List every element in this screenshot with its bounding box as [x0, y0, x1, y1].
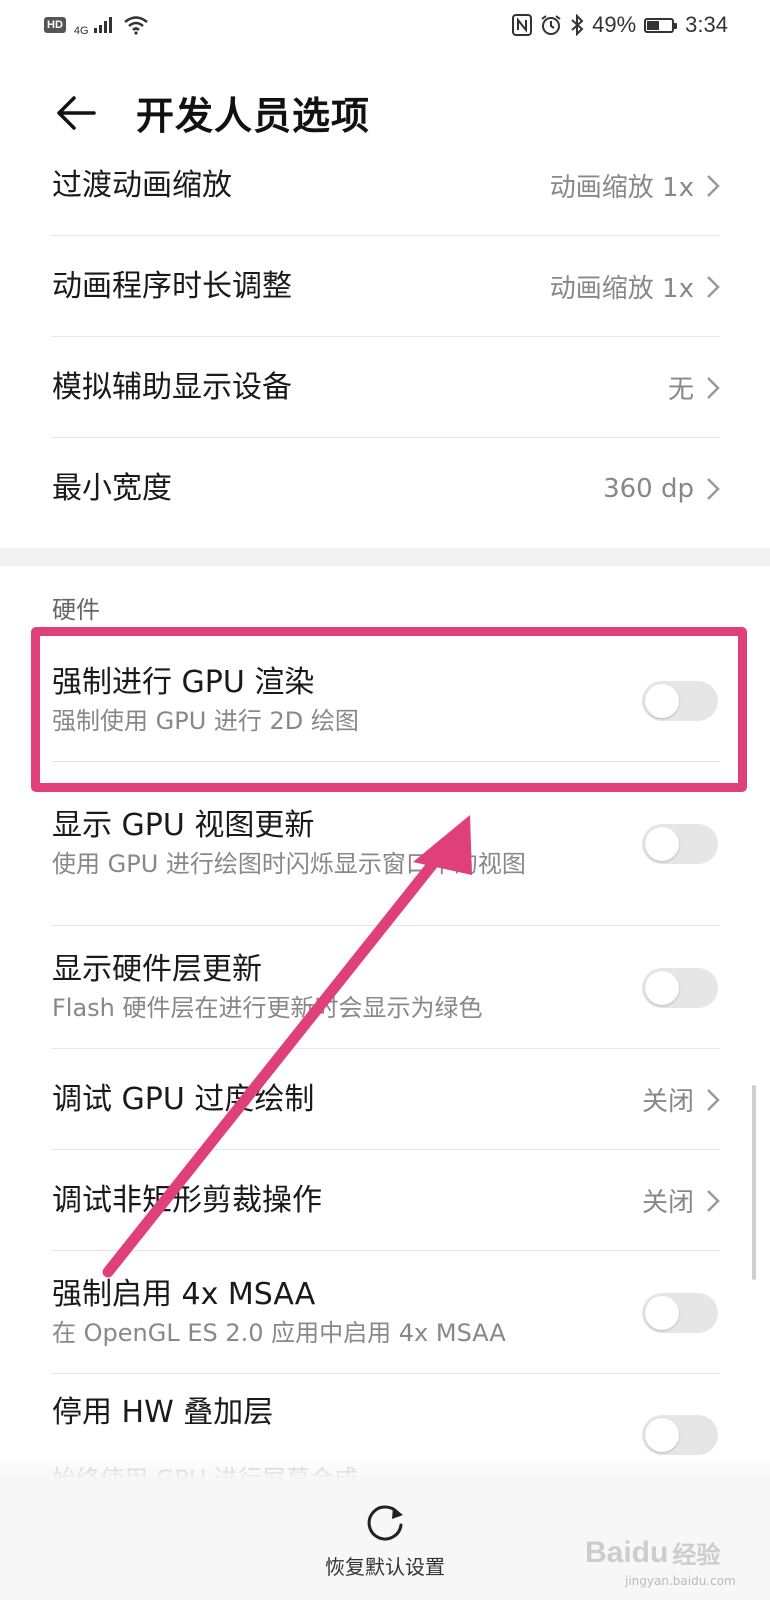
restore-defaults-button[interactable]: 恢复默认设置	[325, 1501, 445, 1580]
item-value: 关闭	[642, 1081, 720, 1118]
item-text: 强制启用 4x MSAA 在 OpenGL ES 2.0 应用中启用 4x MS…	[52, 1275, 612, 1351]
setting-force-4x-msaa[interactable]: 强制启用 4x MSAA 在 OpenGL ES 2.0 应用中启用 4x MS…	[52, 1252, 720, 1374]
item-text: 强制进行 GPU 渲染 强制使用 GPU 进行 2D 绘图	[52, 663, 612, 739]
item-title: 动画程序时长调整	[52, 268, 292, 304]
setting-show-gpu-view-updates[interactable]: 显示 GPU 视图更新 使用 GPU 进行绘图时闪烁显示窗口中的视图	[52, 763, 720, 926]
item-text: 显示硬件层更新 Flash 硬件层在进行更新时会显示为绿色	[52, 950, 612, 1026]
alarm-icon	[541, 15, 561, 35]
item-subtitle: 使用 GPU 进行绘图时闪烁显示窗口中的视图	[52, 850, 526, 878]
setting-show-hardware-layer-updates[interactable]: 显示硬件层更新 Flash 硬件层在进行更新时会显示为绿色	[52, 927, 720, 1049]
item-value-text: 动画缩放 1x	[549, 173, 694, 203]
chevron-right-icon	[707, 1189, 720, 1212]
toggle-knob	[645, 1418, 679, 1452]
item-subtitle: Flash 硬件层在进行更新时会显示为绿色	[52, 993, 483, 1022]
item-value: 360 dp	[603, 474, 720, 504]
status-left: HD 4G	[44, 14, 149, 37]
nfc-icon	[512, 14, 533, 36]
item-subtitle: 在 OpenGL ES 2.0 应用中启用 4x MSAA	[52, 1318, 506, 1347]
battery-icon	[644, 17, 678, 33]
clock: 3:34	[685, 12, 728, 37]
toggle-knob	[645, 970, 679, 1005]
item-title: 最小宽度	[52, 471, 172, 506]
item-title: 调试 GPU 过度绘制	[52, 1081, 315, 1117]
setting-debug-gpu-overdraw[interactable]: 调试 GPU 过度绘制 关闭	[52, 1050, 720, 1150]
section-header-hardware: 硬件	[52, 596, 100, 624]
battery-level-fill	[647, 20, 660, 30]
item-title: 停用 HW 叠加层	[52, 1395, 274, 1430]
toggle-knob	[645, 1295, 679, 1330]
setting-animator-duration-scale[interactable]: 动画程序时长调整 动画缩放 1x	[52, 237, 720, 337]
toggle-switch[interactable]	[642, 680, 718, 721]
item-title: 强制启用 4x MSAA	[52, 1276, 316, 1312]
bluetooth-icon	[571, 14, 584, 36]
item-text: 停用 HW 叠加层	[52, 1393, 273, 1433]
back-button[interactable]	[54, 91, 98, 135]
item-title: 模拟辅助显示设备	[52, 369, 292, 405]
toggle-switch[interactable]	[642, 824, 718, 864]
toggle-knob	[645, 683, 679, 718]
watermark-brand: Baidu	[585, 1535, 669, 1569]
chevron-right-icon	[707, 1088, 720, 1111]
chevron-right-icon	[707, 376, 720, 399]
setting-simulate-secondary-display[interactable]: 模拟辅助显示设备 无	[52, 338, 720, 438]
item-value: 无	[668, 369, 720, 406]
chevron-right-icon	[707, 174, 720, 197]
status-right: 49% 3:34	[512, 12, 728, 38]
item-title: 显示 GPU 视图更新	[52, 808, 315, 843]
item-title: 显示硬件层更新	[52, 951, 262, 987]
restore-defaults-label: 恢复默认设置	[325, 1554, 445, 1579]
network-type-label: 4G	[73, 24, 89, 37]
battery-percent: 49%	[592, 12, 637, 37]
item-value: 动画缩放 1x	[550, 268, 720, 305]
section-divider	[0, 548, 770, 566]
toggle-knob	[645, 827, 679, 861]
setting-transition-animation-scale[interactable]: 过渡动画缩放 动画缩放 1x	[52, 136, 720, 236]
toggle-switch[interactable]	[642, 1292, 718, 1333]
item-subtitle-partial: 始终使用 GPU 进行屏幕合成	[52, 1465, 358, 1479]
status-bar: HD 4G 49% 3:34	[0, 0, 770, 50]
item-value-text: 无	[667, 375, 694, 405]
hd-badge: HD	[44, 17, 66, 33]
chevron-right-icon	[707, 275, 720, 298]
setting-debug-non-rect-clip[interactable]: 调试非矩形剪裁操作 关闭	[52, 1151, 720, 1251]
item-value-text: 360 dp	[603, 474, 694, 504]
setting-smallest-width[interactable]: 最小宽度 360 dp	[52, 439, 720, 539]
back-arrow-icon	[57, 95, 96, 130]
item-title: 调试非矩形剪裁操作	[52, 1182, 322, 1218]
chevron-right-icon	[707, 478, 720, 500]
item-value: 关闭	[642, 1182, 720, 1219]
item-value-text: 动画缩放 1x	[549, 274, 694, 304]
item-text: 显示 GPU 视图更新 使用 GPU 进行绘图时闪烁显示窗口中的视图	[52, 806, 612, 882]
signal-icon	[93, 17, 112, 33]
setting-force-gpu-rendering[interactable]: 强制进行 GPU 渲染 强制使用 GPU 进行 2D 绘图	[52, 640, 720, 762]
toggle-switch[interactable]	[642, 967, 718, 1008]
item-subtitle: 强制使用 GPU 进行 2D 绘图	[52, 706, 359, 735]
item-value-text: 关闭	[641, 1087, 694, 1117]
refresh-icon	[367, 1504, 403, 1540]
setting-disable-hw-overlays[interactable]: 停用 HW 叠加层	[52, 1393, 720, 1473]
watermark-domain: jingyan.baidu.com	[625, 1574, 736, 1588]
wifi-icon	[123, 16, 148, 35]
item-title: 过渡动画缩放	[52, 167, 232, 203]
item-value: 动画缩放 1x	[550, 167, 720, 204]
toggle-switch[interactable]	[642, 1415, 718, 1455]
item-value-text: 关闭	[641, 1188, 694, 1218]
watermark-brand-suffix: 经验	[672, 1542, 721, 1569]
page-title: 开发人员选项	[136, 94, 371, 138]
scrollbar[interactable]	[752, 1085, 756, 1280]
item-title: 强制进行 GPU 渲染	[52, 664, 315, 700]
watermark-logo: Baidu 经验	[585, 1535, 720, 1570]
